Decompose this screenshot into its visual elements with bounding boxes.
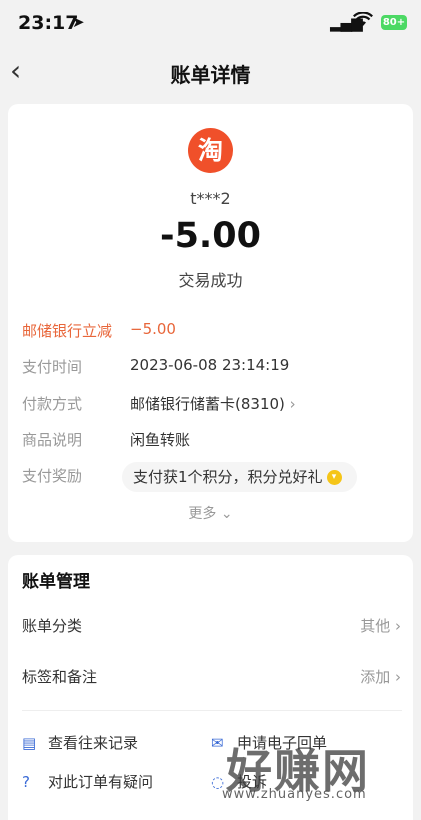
reward-text: 支付获1个积分，积分兑好礼: [133, 468, 323, 486]
row-value-text: 其他: [360, 617, 391, 635]
pay-time-label: 支付时间: [22, 358, 83, 376]
more-button[interactable]: 更多 ⌄: [8, 503, 413, 523]
chevron-right-icon: ›: [395, 617, 401, 635]
chevron-down-icon: ⌄: [220, 506, 233, 522]
transaction-amount: -5.00: [160, 216, 261, 256]
watermark-url: www.zhuanyes.com: [222, 787, 367, 802]
transaction-status: 交易成功: [178, 271, 243, 290]
discount-label: 邮储银行立减: [22, 322, 113, 340]
transaction-summary-card: 淘 t***2 -5.00 交易成功 邮储银行立减 −5.00 支付时间 202…: [8, 104, 413, 542]
more-label: 更多: [188, 506, 217, 522]
chevron-right-icon: ›: [289, 395, 296, 413]
payment-method-label: 付款方式: [22, 395, 83, 413]
row-value-text: 添加: [360, 668, 391, 686]
item-desc-value: 闲鱼转账: [130, 431, 191, 449]
row-value: 添加 ›: [360, 666, 401, 687]
chevron-right-icon: ›: [395, 668, 401, 686]
bill-management-card: 账单管理 账单分类 其他 › 标签和备注 添加 › ▤ 查看往来记录 ✉ 申请电子回…: [8, 555, 413, 820]
bill-category-row[interactable]: 账单分类 其他 ›: [8, 606, 413, 646]
battery-icon: 80+: [381, 15, 407, 30]
section-title: 账单管理: [22, 572, 90, 592]
action-label: 查看往来记录: [48, 734, 139, 752]
wifi-icon: [353, 11, 373, 31]
location-arrow-icon: ➤: [72, 13, 85, 31]
view-history-button[interactable]: ▤ 查看往来记录: [22, 732, 138, 753]
divider: [22, 710, 402, 711]
record-icon: ▤: [22, 734, 37, 752]
page-title: 账单详情: [170, 63, 251, 87]
counterparty-name: t***2: [190, 189, 231, 208]
nav-bar: ‹ 账单详情: [0, 46, 421, 98]
row-label: 账单分类: [22, 617, 83, 635]
action-label: 对此订单有疑问: [48, 773, 154, 791]
status-time: 23:17: [18, 12, 79, 34]
status-bar: 23:17 ➤ ▂▄▆ 80+: [0, 0, 421, 46]
payment-method-value[interactable]: 邮储银行储蓄卡(8310) ›: [130, 393, 296, 414]
tags-notes-row[interactable]: 标签和备注 添加 ›: [8, 657, 413, 697]
payment-method-text: 邮储银行储蓄卡(8310): [130, 395, 285, 413]
row-label: 标签和备注: [22, 668, 98, 686]
reward-label: 支付奖励: [22, 467, 83, 485]
taobao-logo-icon: 淘: [188, 128, 233, 173]
question-order-button[interactable]: ? 对此订单有疑问: [22, 771, 153, 792]
reward-pill[interactable]: 支付获1个积分，积分兑好礼 ▾: [122, 462, 357, 492]
question-icon: ?: [22, 773, 30, 791]
coin-icon: ▾: [326, 470, 342, 485]
pay-time-value: 2023-06-08 23:14:19: [130, 356, 290, 374]
row-value: 其他 ›: [360, 615, 401, 636]
item-desc-label: 商品说明: [22, 431, 83, 449]
discount-value: −5.00: [130, 320, 176, 338]
